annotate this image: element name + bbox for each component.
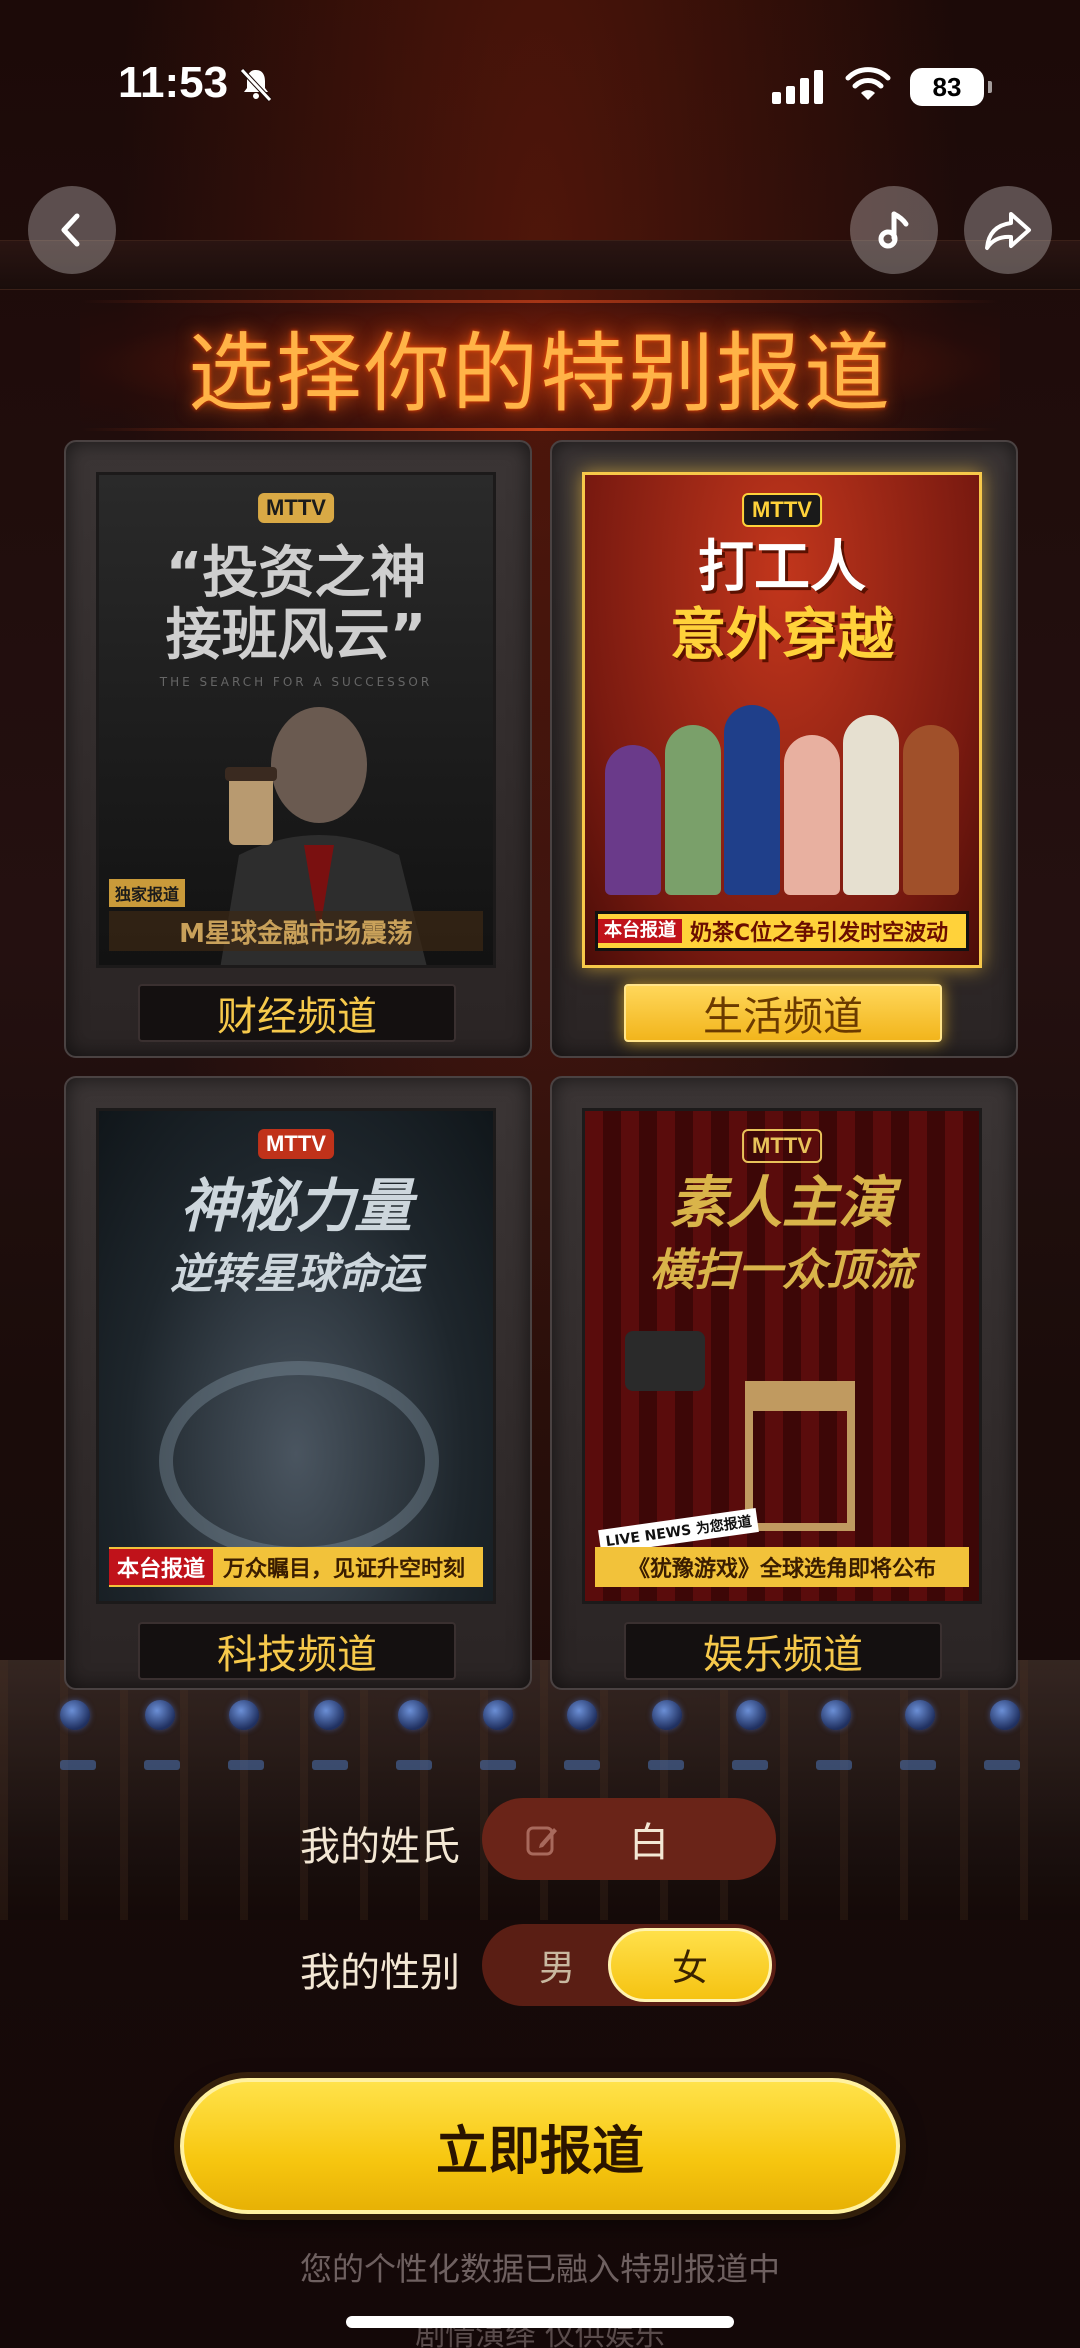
mttv-logo: MTTV: [258, 1129, 334, 1159]
poster-finance: MTTV “投资之神 接班风云” THE SEARCH FOR A SUCCES…: [96, 472, 496, 968]
poster-headline: 神秘力量: [179, 1172, 412, 1240]
battery-indicator: 83: [910, 68, 992, 106]
poster-headline: 打工人: [698, 535, 866, 600]
news-badge: 本台报道: [109, 1549, 214, 1585]
title-divider-bottom: [80, 428, 1000, 431]
share-button[interactable]: [964, 186, 1052, 274]
poster-subtitle: THE SEARCH FOR A SUCCESSOR: [159, 675, 433, 689]
mttv-logo: MTTV: [742, 1129, 822, 1163]
poster-ticker: 本台报道 奶茶C位之争引发时空波动: [595, 911, 969, 951]
cast-illustration: [605, 685, 959, 895]
poster-life: MTTV 打工人 意外穿越 本台报道 奶茶C位之争引发时空波动: [582, 472, 982, 968]
gender-toggle: 男 女: [482, 1924, 776, 2006]
surname-value: 白: [629, 1820, 669, 1866]
news-badge: 本台报道: [598, 919, 682, 943]
director-chair-illustration: [745, 1381, 855, 1531]
console-faders: [60, 1760, 1020, 1780]
status-bar: 11:53 83: [0, 0, 1080, 160]
channel-card-entertainment[interactable]: MTTV 素人主演 横扫一众顶流 LIVE NEWS 为您报道 《犹豫游戏》全球…: [550, 1076, 1018, 1690]
exclusive-tag: 独家报道: [109, 879, 186, 907]
channel-card-life[interactable]: MTTV 打工人 意外穿越 本台报道 奶茶C位之争引发时空波动 生活频道: [550, 440, 1018, 1058]
share-arrow-icon: [985, 212, 1031, 250]
poster-ticker: 《犹豫游戏》全球选角即将公布: [595, 1547, 969, 1587]
music-toggle-button[interactable]: [850, 186, 938, 274]
poster-headline: “投资之神 接班风云”: [165, 541, 427, 668]
cellular-signal-icon: [772, 68, 828, 104]
report-now-button[interactable]: 立即报道: [180, 2078, 900, 2214]
chevron-left-icon: [61, 213, 80, 247]
gender-label: 我的性别: [300, 1950, 460, 1996]
gender-option-female[interactable]: 女: [608, 1928, 772, 2002]
poster-ticker: M星球金融市场震荡: [109, 911, 483, 951]
mttv-logo: MTTV: [742, 493, 822, 527]
status-time: 11:53: [118, 58, 229, 107]
home-indicator[interactable]: [346, 2316, 734, 2328]
poster-headline-2: 横扫一众顶流: [650, 1245, 914, 1296]
channel-card-finance[interactable]: MTTV “投资之神 接班风云” THE SEARCH FOR A SUCCES…: [64, 440, 532, 1058]
rocket-engine-illustration: [159, 1361, 439, 1561]
music-note-icon: [878, 211, 909, 249]
channel-label-entertainment: 娱乐频道: [624, 1622, 942, 1680]
mttv-logo: MTTV: [258, 493, 334, 523]
title-banner: 选择你的特别报道: [80, 300, 1000, 430]
poster-entertainment: MTTV 素人主演 横扫一众顶流 LIVE NEWS 为您报道 《犹豫游戏》全球…: [582, 1108, 982, 1604]
privacy-note: 您的个性化数据已融入特别报道中: [299, 2250, 780, 2288]
page-title: 选择你的特别报道: [188, 323, 892, 424]
poster-tech: MTTV 神秘力量 逆转星球命运 本台报道 万众瞩目，见证升空时刻: [96, 1108, 496, 1604]
back-button[interactable]: [28, 186, 116, 274]
poster-headline-2: 逆转星球命运: [169, 1249, 422, 1298]
channel-card-tech[interactable]: MTTV 神秘力量 逆转星球命运 本台报道 万众瞩目，见证升空时刻 科技频道: [64, 1076, 532, 1690]
bell-muted-icon: [240, 68, 272, 102]
surname-label: 我的姓氏: [300, 1824, 460, 1870]
poster-headline-2: 意外穿越: [670, 603, 894, 668]
console-knobs: [60, 1700, 1020, 1760]
camera-illustration: [625, 1331, 705, 1391]
surname-field[interactable]: 白: [482, 1798, 776, 1880]
mixing-console-backdrop: [0, 1660, 1080, 1920]
channel-label-finance: 财经频道: [138, 984, 456, 1042]
channel-label-life: 生活频道: [624, 984, 942, 1042]
poster-headline: 素人主演: [670, 1171, 894, 1236]
poster-ticker: 本台报道 万众瞩目，见证升空时刻: [109, 1547, 483, 1587]
channel-label-tech: 科技频道: [138, 1622, 456, 1680]
wifi-icon: [845, 67, 891, 100]
